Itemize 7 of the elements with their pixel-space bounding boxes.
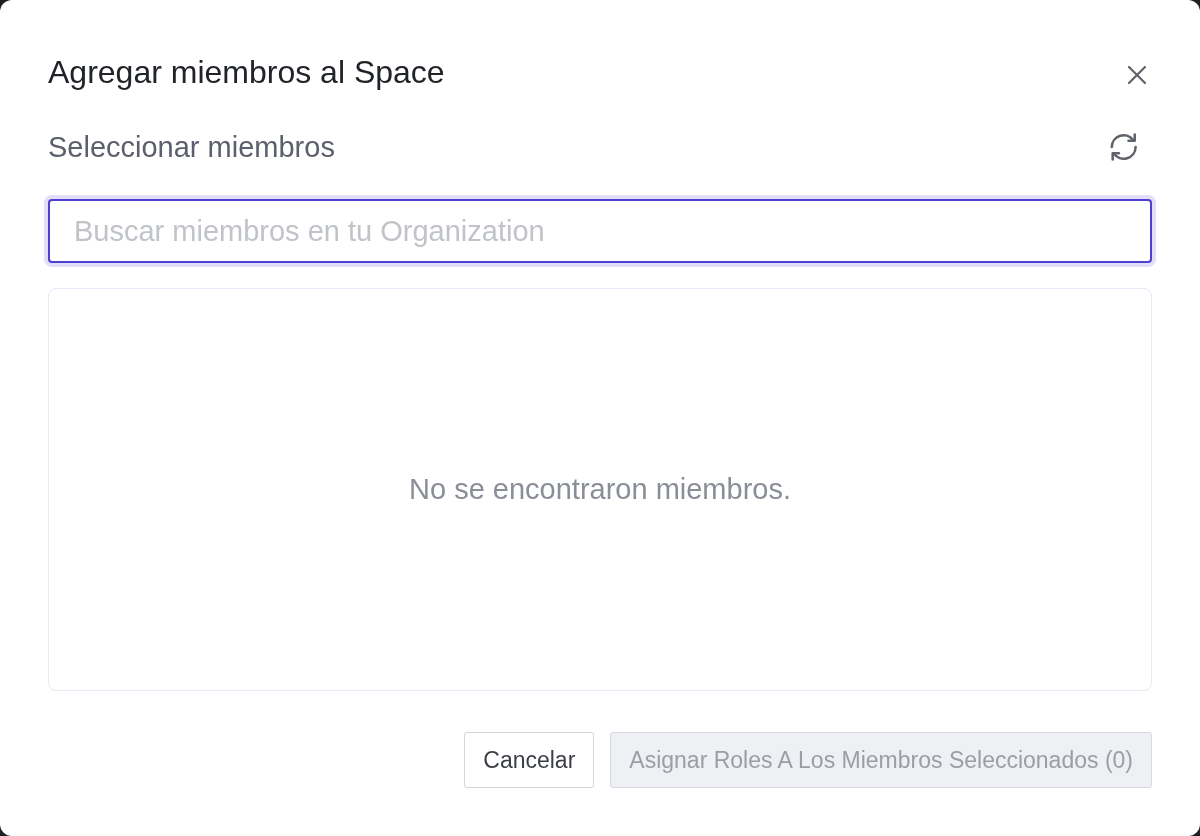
section-heading: Seleccionar miembros [48, 130, 335, 165]
close-icon [1128, 66, 1146, 84]
search-field[interactable]: Buscar miembros en tu Organization [48, 199, 1152, 263]
cancel-button[interactable]: Cancelar [464, 732, 595, 788]
dialog-title: Agregar miembros al Space [48, 53, 445, 92]
refresh-icon [1110, 133, 1138, 161]
empty-message: No se encontraron miembros. [409, 473, 791, 506]
